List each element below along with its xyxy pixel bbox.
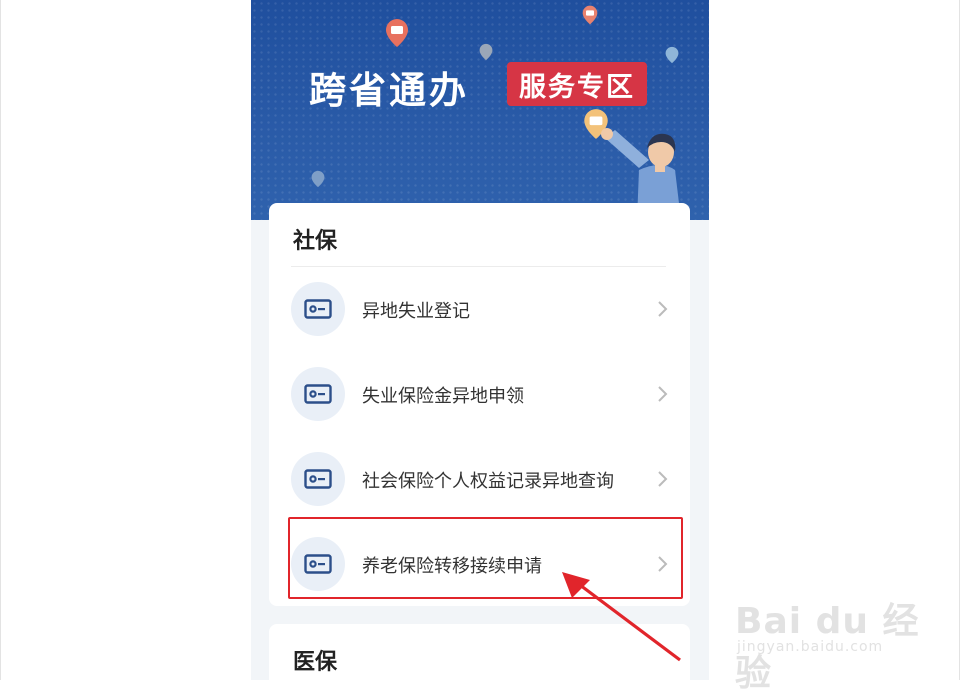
banner-badge: 服务专区 <box>507 62 647 106</box>
left-frame-line <box>0 0 1 680</box>
watermark-site: jingyan.baidu.com <box>737 639 884 655</box>
map-pin-icon <box>386 19 408 47</box>
map-pin-icon <box>311 170 325 188</box>
map-pin-icon <box>665 46 679 64</box>
map-pin-icon <box>582 5 598 25</box>
service-item-label: 社会保险个人权益记录异地查询 <box>362 471 614 492</box>
id-card-icon <box>291 452 345 506</box>
banner-title: 跨省通办 <box>309 69 469 112</box>
section-title: 医保 <box>293 650 338 675</box>
id-card-icon <box>291 367 345 421</box>
baidu-watermark: Bai du 经验 jingyan.baidu.com <box>735 592 925 694</box>
red-arrow-annotation <box>562 572 681 662</box>
service-item[interactable]: 异地失业登记 <box>269 267 690 352</box>
chevron-right-icon <box>658 471 668 487</box>
service-item[interactable]: 失业保险金异地申领 <box>269 352 690 437</box>
section-title: 社保 <box>293 229 338 254</box>
service-item-label: 异地失业登记 <box>362 301 470 322</box>
chevron-right-icon <box>658 301 668 317</box>
service-item[interactable]: 社会保险个人权益记录异地查询 <box>269 437 690 522</box>
banner: 跨省通办 服务专区 <box>251 0 709 220</box>
chevron-right-icon <box>658 386 668 402</box>
service-item-label: 失业保险金异地申领 <box>362 386 524 407</box>
id-card-icon <box>291 282 345 336</box>
map-pin-icon <box>479 43 493 61</box>
